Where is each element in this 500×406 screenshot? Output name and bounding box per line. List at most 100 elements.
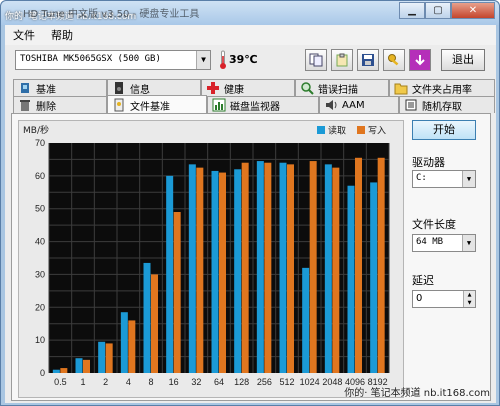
legend-label: 写入 [368, 126, 386, 137]
trash-icon [20, 100, 30, 111]
drive-dropdown[interactable]: TOSHIBA MK5065GSX (500 GB) ▼ [15, 50, 211, 70]
menu-help[interactable]: 帮助 [43, 27, 81, 43]
spinner-arrows-icon[interactable]: ▲ ▼ [463, 291, 475, 307]
key-icon [388, 54, 399, 66]
read-bar [75, 358, 83, 373]
start-button[interactable]: 开始 [412, 120, 476, 140]
copy-screenshot-button[interactable] [331, 49, 353, 71]
write-bar [151, 274, 158, 373]
tab-label: 基准 [36, 84, 56, 96]
minimize-button[interactable]: ▁ [399, 2, 425, 19]
maximize-button[interactable]: ▢ [425, 2, 451, 19]
save-button[interactable] [357, 49, 379, 71]
options-button[interactable] [383, 49, 405, 71]
file-length-combo[interactable]: 64 MB ▼ [412, 234, 476, 252]
tab-label: 文件夹占用率 [412, 84, 472, 96]
tab-benchmark[interactable]: 基准 [13, 79, 107, 96]
read-bar [98, 341, 106, 373]
x-tick-label: 2048 [322, 377, 342, 387]
floppy-disk-icon [362, 54, 374, 66]
error-scan-icon [301, 82, 314, 95]
menu-bar: 文件 帮助 [5, 25, 496, 45]
temperature-readout: 39℃ [229, 53, 258, 66]
y-tick-label: 50 [35, 204, 45, 214]
legend-label: 读取 [328, 125, 346, 137]
tab-label: 磁盘监视器 [230, 101, 280, 113]
write-bar [264, 162, 272, 373]
drive-dropdown-value: TOSHIBA MK5065GSX (500 GB) [20, 54, 161, 64]
file-length-label: 文件长度 [412, 218, 456, 231]
tab-label: 健康 [224, 84, 244, 96]
write-bar [173, 212, 181, 373]
delay-spinner[interactable]: 0 ▲ ▼ [412, 290, 476, 308]
x-tick-label: 512 [279, 377, 294, 387]
read-bar [347, 185, 355, 373]
drive-label: 驱动器 [412, 156, 445, 169]
write-bar [105, 343, 113, 373]
read-bar [211, 170, 219, 373]
tab-file-benchmark[interactable]: 文件基准 [107, 95, 207, 114]
benchmark-icon [21, 83, 29, 93]
tabs-row-1: 基准 信息 健康 错误扫描 文件夹占用率 [13, 79, 495, 96]
file-benchmark-icon [114, 98, 124, 112]
tab-info[interactable]: 信息 [107, 79, 201, 96]
thermometer-icon [220, 50, 226, 69]
speaker-icon [326, 100, 337, 110]
tab-label: 信息 [130, 84, 150, 96]
write-bar [60, 368, 68, 373]
write-bar [83, 359, 90, 373]
close-button[interactable]: ✕ [451, 2, 495, 19]
x-tick-label: 128 [234, 377, 249, 387]
chevron-down-icon[interactable]: ▼ [462, 171, 475, 187]
health-icon [207, 82, 219, 94]
write-bar [128, 320, 136, 373]
exit-button[interactable]: 退出 [441, 49, 485, 71]
write-bar [196, 167, 204, 373]
tab-disk-monitor[interactable]: 磁盘监视器 [207, 96, 319, 113]
benchmark-chart: 0 10 20 30 40 50 60 70 MB/秒 0.5 1 2 4 8 16 32 64 128 256 51… [23, 124, 390, 387]
tab-aam[interactable]: AAM [319, 96, 399, 113]
read-bar [188, 164, 196, 373]
x-tick-label: 1 [80, 377, 85, 387]
chevron-down-icon[interactable]: ▼ [462, 235, 475, 251]
tab-label: 文件基准 [130, 101, 170, 113]
menu-file[interactable]: 文件 [5, 27, 43, 43]
tab-folder-usage[interactable]: 文件夹占用率 [389, 79, 495, 96]
delay-value: 0 [416, 293, 423, 304]
x-tick-label: 4 [126, 377, 131, 387]
client-area: 文件 帮助 TOSHIBA MK5065GSX (500 GB) ▼ 39℃ 退… [5, 25, 496, 403]
app-window: 你的· 笔记本频道 nb.it168.com HD Tune 中文版 v3.50… [0, 0, 500, 406]
tab-label: AAM [342, 99, 365, 111]
legend-swatch [317, 126, 325, 134]
chart-container: 0 10 20 30 40 50 60 70 MB/秒 0.5 1 2 4 8 16 32 64 128 256 51… [18, 120, 404, 398]
x-tick-label: 16 [169, 377, 179, 387]
drive-combo[interactable]: C: ▼ [412, 170, 476, 188]
file-length-value: 64 MB [416, 237, 444, 247]
window-title: HD Tune 中文版 v3.50 - 硬盘专业工具 [23, 9, 200, 20]
tab-label: 错误扫描 [318, 84, 358, 96]
tab-random-access[interactable]: 随机存取 [399, 96, 495, 113]
y-tick-label: 10 [35, 335, 45, 345]
y-tick-label: 20 [35, 302, 45, 312]
download-button[interactable] [409, 49, 431, 71]
y-tick-label: 60 [35, 171, 45, 181]
read-bar [52, 369, 60, 373]
read-bar [234, 169, 242, 373]
read-bar [324, 164, 332, 373]
write-bar [241, 162, 249, 373]
tab-label: 随机存取 [422, 101, 462, 113]
title-bar[interactable]: 你的· 笔记本频道 nb.it168.com HD Tune 中文版 v3.50… [1, 1, 499, 25]
tab-erase[interactable]: 删除 [13, 96, 107, 113]
arrow-down-icon [415, 55, 425, 66]
tab-label: 删除 [36, 101, 56, 113]
chevron-down-icon[interactable]: ▼ [196, 51, 210, 69]
read-bar [120, 312, 128, 373]
write-bar [355, 157, 362, 373]
copy-info-button[interactable] [305, 49, 327, 71]
tab-error-scan[interactable]: 错误扫描 [295, 79, 389, 96]
write-bar [309, 161, 317, 373]
info-icon [115, 82, 123, 94]
tab-health[interactable]: 健康 [201, 79, 295, 96]
x-tick-label: 8 [148, 377, 153, 387]
delay-label: 延迟 [412, 274, 434, 287]
